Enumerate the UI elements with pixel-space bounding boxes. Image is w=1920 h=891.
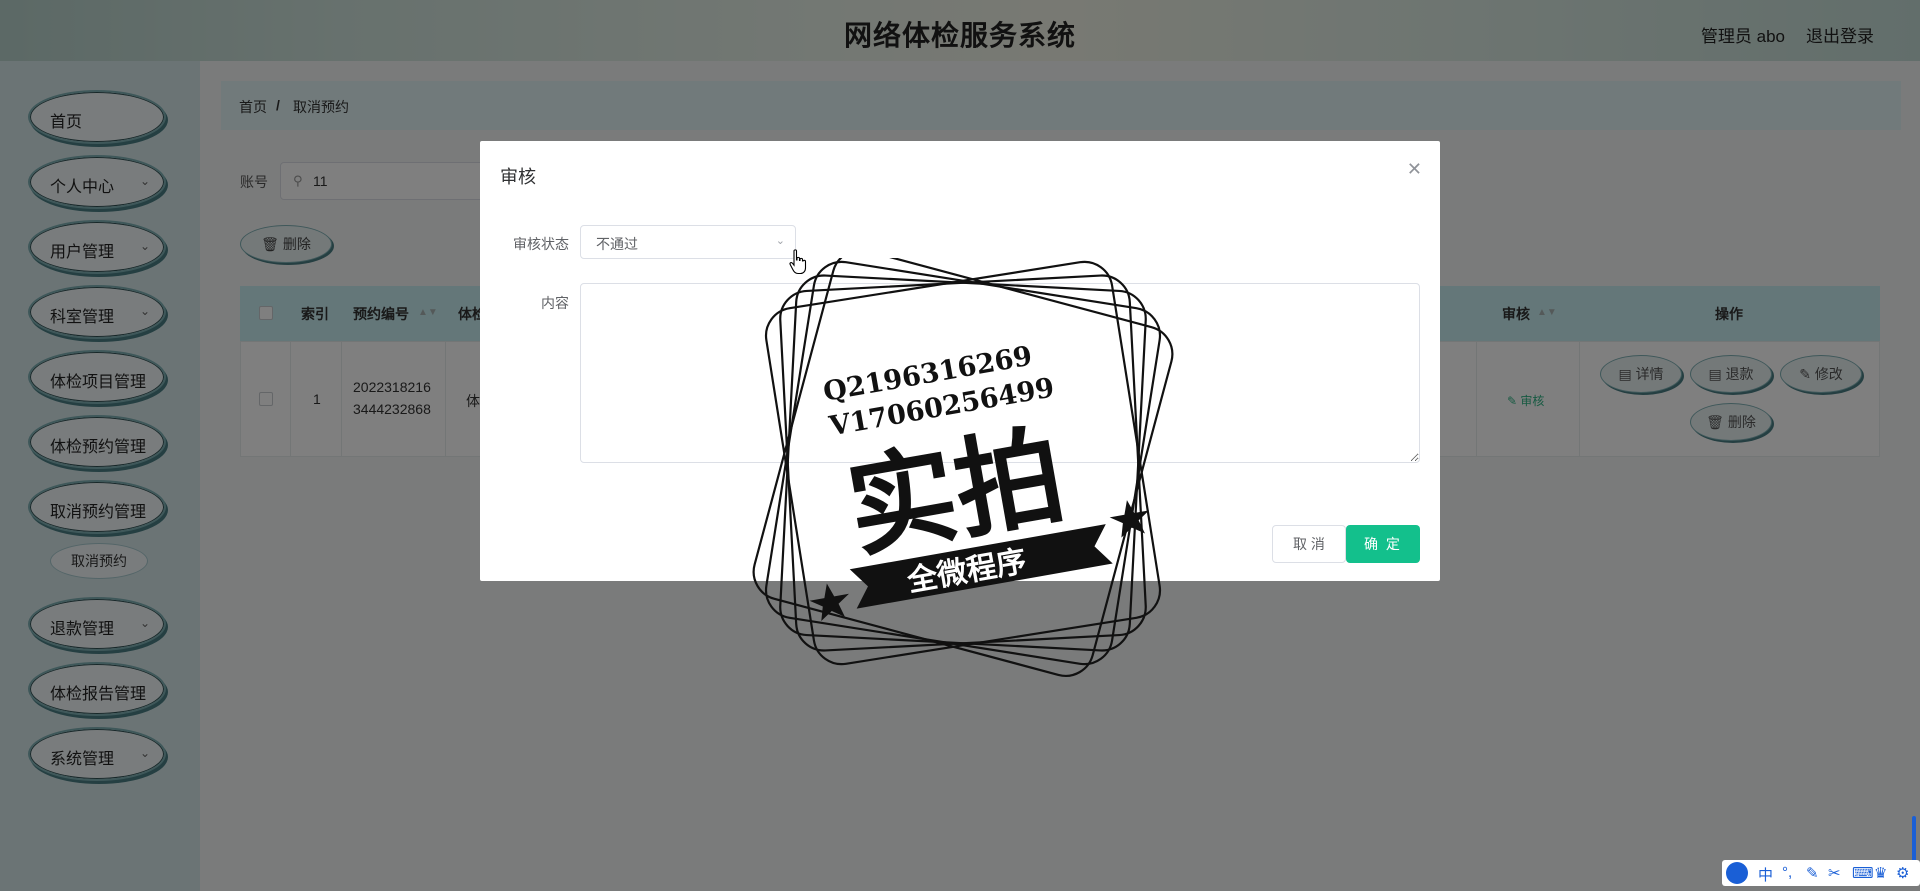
status-select[interactable]: 不通过 ⌄ <box>580 225 796 259</box>
ime-punct-icon[interactable]: °, <box>1782 864 1792 881</box>
status-label: 审核状态 <box>513 236 569 252</box>
status-value: 不通过 <box>596 236 638 252</box>
shirt-icon[interactable]: ♛ <box>1874 864 1887 882</box>
ime-logo-icon[interactable] <box>1726 862 1748 884</box>
watermark-stamp: Q2196316269 V17060256499 实拍 全微程序 <box>752 258 1174 677</box>
dialog-title: 审核 <box>500 167 536 187</box>
confirm-button[interactable]: 确 定 <box>1346 525 1420 563</box>
gear-icon[interactable]: ⚙ <box>1896 864 1909 882</box>
keyboard-icon[interactable]: ⌨ <box>1852 864 1874 882</box>
cancel-button[interactable]: 取 消 <box>1272 525 1346 563</box>
ime-mode[interactable]: 中 <box>1758 864 1773 885</box>
star-icon <box>809 583 849 622</box>
pen-icon[interactable]: ✎ <box>1806 864 1819 882</box>
content-label: 内容 <box>541 295 569 311</box>
ime-toolbar: 中 °, ✎ ✂ ⌨ ♛ ⚙ <box>1722 860 1920 886</box>
chevron-down-icon: ⌄ <box>775 235 785 247</box>
scissors-icon[interactable]: ✂ <box>1828 864 1841 882</box>
close-icon[interactable]: ✕ <box>1407 159 1422 180</box>
